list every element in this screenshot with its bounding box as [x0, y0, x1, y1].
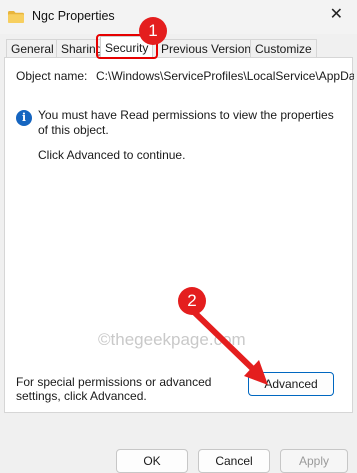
special-permissions-text: For special permissions or advanced sett…: [16, 375, 212, 403]
window-title: Ngc Properties: [32, 9, 115, 23]
close-icon[interactable]: ✕: [330, 7, 343, 23]
cancel-button[interactable]: Cancel: [198, 449, 270, 473]
tab-customize[interactable]: Customize: [250, 39, 317, 57]
object-name-label: Object name:: [16, 69, 88, 83]
object-name-value: C:\Windows\ServiceProfiles\LocalService\…: [96, 69, 354, 83]
tab-general[interactable]: General: [6, 39, 59, 57]
advanced-continue-message: Click Advanced to continue.: [38, 148, 186, 162]
info-icon: i: [16, 110, 32, 126]
info-message: You must have Read permissions to view t…: [38, 108, 334, 137]
advanced-button[interactable]: Advanced: [248, 372, 334, 396]
watermark: ©thegeekpage.com: [98, 330, 246, 349]
tab-previous-versions[interactable]: Previous Versions: [156, 39, 263, 57]
ok-button[interactable]: OK: [116, 449, 188, 473]
step-badge-2: 2: [178, 287, 206, 315]
apply-button[interactable]: Apply: [280, 449, 348, 473]
step-badge-1: 1: [139, 17, 167, 45]
folder-icon: [8, 11, 24, 23]
title-bar: Ngc Properties ✕: [0, 0, 357, 34]
